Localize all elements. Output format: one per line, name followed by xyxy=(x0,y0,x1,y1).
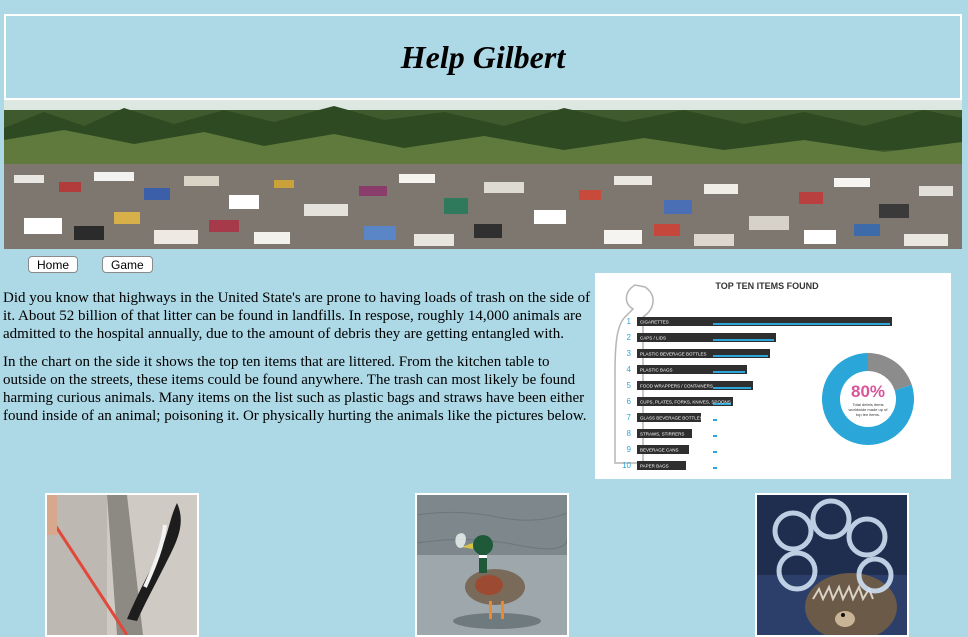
duck-photo xyxy=(415,493,569,637)
infographic-row: 9 BEVERAGE CANS xyxy=(627,445,717,454)
infographic-row: 6 CUPS, PLATES, FORKS, KNIVES, SPOONS xyxy=(627,397,733,406)
page-title: Help Gilbert xyxy=(400,38,566,75)
row-rank: 7 xyxy=(627,413,632,422)
intro-paragraph: Did you know that highways in the United… xyxy=(3,290,591,342)
percent-caption: Total debris items worldwide made up of … xyxy=(848,402,888,417)
page-header: Help Gilbert xyxy=(4,14,962,100)
infographic-row: 4 PLASTIC BAGS xyxy=(627,365,747,374)
infographic-row: 3 PLASTIC BEVERAGE BOTTLES xyxy=(627,349,770,358)
home-button[interactable]: Home xyxy=(28,256,79,273)
row-rank: 3 xyxy=(627,349,632,358)
row-label: STRAWS, STIRRERS xyxy=(640,432,684,437)
infographic-row: 5 FOOD WRAPPERS / CONTAINERS xyxy=(627,381,753,390)
row-label: CIGARETTES xyxy=(640,320,669,325)
row-label: GLASS BEVERAGE BOTTLES xyxy=(640,416,703,421)
landfill-banner-image xyxy=(4,100,962,249)
row-label: BEVERAGE CANS xyxy=(640,448,679,453)
skunk-photo xyxy=(45,493,199,637)
row-rank: 2 xyxy=(627,333,632,342)
row-label: PAPER BAGS xyxy=(640,464,669,469)
infographic-row: 2 CAPS / LIDS xyxy=(627,333,776,342)
row-accent xyxy=(713,339,774,341)
row-label: PLASTIC BEVERAGE BOTTLES xyxy=(640,352,707,357)
row-rank: 4 xyxy=(627,365,632,374)
row-label: FOOD WRAPPERS / CONTAINERS xyxy=(640,384,713,389)
row-label: PLASTIC BAGS xyxy=(640,368,673,373)
chart-paragraph: In the chart on the side it shows the to… xyxy=(3,354,587,424)
row-accent xyxy=(713,371,745,373)
percent-value: 80% xyxy=(851,382,885,401)
row-accent xyxy=(713,355,768,357)
row-label: CAPS / LIDS xyxy=(640,336,666,341)
row-rank: 10 xyxy=(622,461,631,470)
row-accent xyxy=(713,387,751,389)
row-rank: 1 xyxy=(627,317,632,326)
row-rank: 6 xyxy=(627,397,632,406)
row-accent xyxy=(713,323,890,325)
row-rank: 5 xyxy=(627,381,632,390)
game-button[interactable]: Game xyxy=(102,256,153,273)
infographic-row: 7 GLASS BEVERAGE BOTTLES xyxy=(627,413,717,422)
infographic-row: 1 CIGARETTES xyxy=(627,317,892,326)
row-accent xyxy=(713,451,717,453)
row-label: CUPS, PLATES, FORKS, KNIVES, SPOONS xyxy=(640,400,731,405)
infographic-title: TOP TEN ITEMS FOUND xyxy=(715,281,819,291)
top-ten-items-infographic: TOP TEN ITEMS FOUND 1 CIGARETTES 2 CAPS / L… xyxy=(595,273,951,479)
row-rank: 8 xyxy=(627,429,632,438)
row-accent xyxy=(713,435,717,437)
infographic-row: 8 STRAWS, STIRRERS xyxy=(627,429,717,438)
hedgehog-photo xyxy=(755,493,909,637)
row-rank: 9 xyxy=(627,445,632,454)
row-accent xyxy=(713,419,717,421)
article-content: Did you know that highways in the United… xyxy=(3,289,591,435)
row-accent xyxy=(713,467,717,469)
